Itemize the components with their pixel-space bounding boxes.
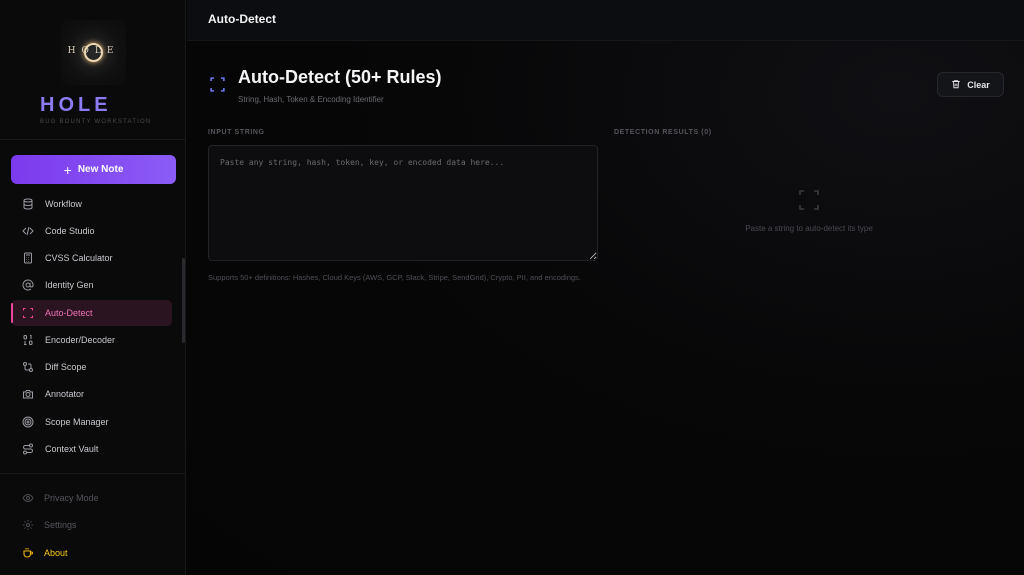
sidebar-item-annotator[interactable]: Annotator — [11, 381, 172, 407]
trash-icon — [951, 79, 961, 91]
app-logo: HOLE — [61, 20, 126, 85]
sidebar-item-label: CVSS Calculator — [45, 253, 113, 263]
sidebar-nav: Workflow Code Studio CVSS Calculator Ide… — [0, 191, 186, 471]
settings-button[interactable]: Settings — [11, 513, 77, 537]
at-sign-icon — [11, 279, 45, 291]
sidebar-item-code-studio[interactable]: Code Studio — [11, 218, 172, 244]
about-label: About — [44, 548, 68, 558]
results-empty-text: Paste a string to auto-detect its type — [745, 224, 873, 233]
sidebar-item-label: Identity Gen — [45, 280, 94, 290]
camera-icon — [11, 388, 45, 400]
sidebar-item-label: Auto-Detect — [45, 308, 93, 318]
sidebar-item-workflow[interactable]: Workflow — [11, 191, 172, 217]
page-title: Auto-Detect (50+ Rules) — [238, 67, 442, 87]
page-subtitle: String, Hash, Token & Encoding Identifie… — [238, 95, 384, 104]
sidebar-item-cvss-calculator[interactable]: CVSS Calculator — [11, 245, 172, 271]
sidebar-item-label: Diff Scope — [45, 362, 87, 372]
brand-area: HOLE HOLE BUG BOUNTY WORKSTATION — [0, 0, 186, 140]
database-icon — [11, 198, 45, 210]
eye-icon — [11, 492, 44, 504]
code-icon — [11, 225, 45, 237]
top-bar: Auto-Detect — [187, 0, 1024, 41]
binary-icon — [11, 334, 45, 346]
gear-icon — [11, 519, 44, 531]
sidebar-item-label: Annotator — [45, 389, 85, 399]
input-hint: Supports 50+ definitions: Hashes, Cloud … — [208, 273, 581, 282]
sidebar-item-label: Scope Manager — [45, 417, 109, 427]
main-content: Auto-Detect (50+ Rules) String, Hash, To… — [187, 41, 1024, 575]
logo-text: HOLE — [67, 46, 120, 56]
sidebar-item-identity-gen[interactable]: Identity Gen — [11, 272, 172, 298]
settings-label: Settings — [44, 520, 77, 530]
scan-icon — [209, 76, 226, 98]
scan-placeholder-icon — [797, 188, 821, 217]
privacy-mode-button[interactable]: Privacy Mode — [11, 486, 99, 510]
sidebar-item-encoder-decoder[interactable]: Encoder/Decoder — [11, 327, 172, 353]
clear-label: Clear — [967, 79, 990, 90]
input-string-field[interactable] — [208, 145, 598, 261]
sidebar-item-scope-manager[interactable]: Scope Manager — [11, 409, 172, 435]
results-section-label: DETECTION RESULTS (0) — [614, 129, 712, 136]
sidebar: HOLE HOLE BUG BOUNTY WORKSTATION + New N… — [0, 0, 186, 575]
sidebar-bottom: Privacy Mode Settings About — [0, 473, 186, 575]
sidebar-item-context-vault[interactable]: Context Vault — [11, 436, 172, 462]
sidebar-scrollbar[interactable] — [182, 258, 185, 343]
privacy-mode-label: Privacy Mode — [44, 493, 99, 503]
coffee-icon — [11, 547, 44, 559]
sidebar-item-label: Code Studio — [45, 226, 95, 236]
app-subtitle: BUG BOUNTY WORKSTATION — [40, 119, 152, 125]
scan-icon — [11, 307, 45, 319]
sidebar-item-auto-detect[interactable]: Auto-Detect — [11, 300, 172, 326]
top-bar-title: Auto-Detect — [208, 12, 276, 26]
sidebar-item-label: Workflow — [45, 199, 82, 209]
new-note-label: New Note — [77, 164, 124, 175]
calculator-icon — [11, 252, 45, 264]
about-button[interactable]: About — [11, 541, 68, 565]
app-name: HOLE — [40, 94, 112, 116]
route-icon — [11, 443, 45, 455]
sidebar-item-label: Context Vault — [45, 444, 99, 454]
sidebar-item-label: Encoder/Decoder — [45, 335, 116, 345]
plus-icon: + — [63, 161, 72, 178]
input-section-label: INPUT STRING — [208, 129, 265, 136]
git-compare-icon — [11, 361, 45, 373]
target-icon — [11, 416, 45, 428]
sidebar-item-diff-scope[interactable]: Diff Scope — [11, 354, 172, 380]
new-note-button[interactable]: + New Note — [11, 155, 176, 184]
clear-button[interactable]: Clear — [937, 72, 1004, 97]
